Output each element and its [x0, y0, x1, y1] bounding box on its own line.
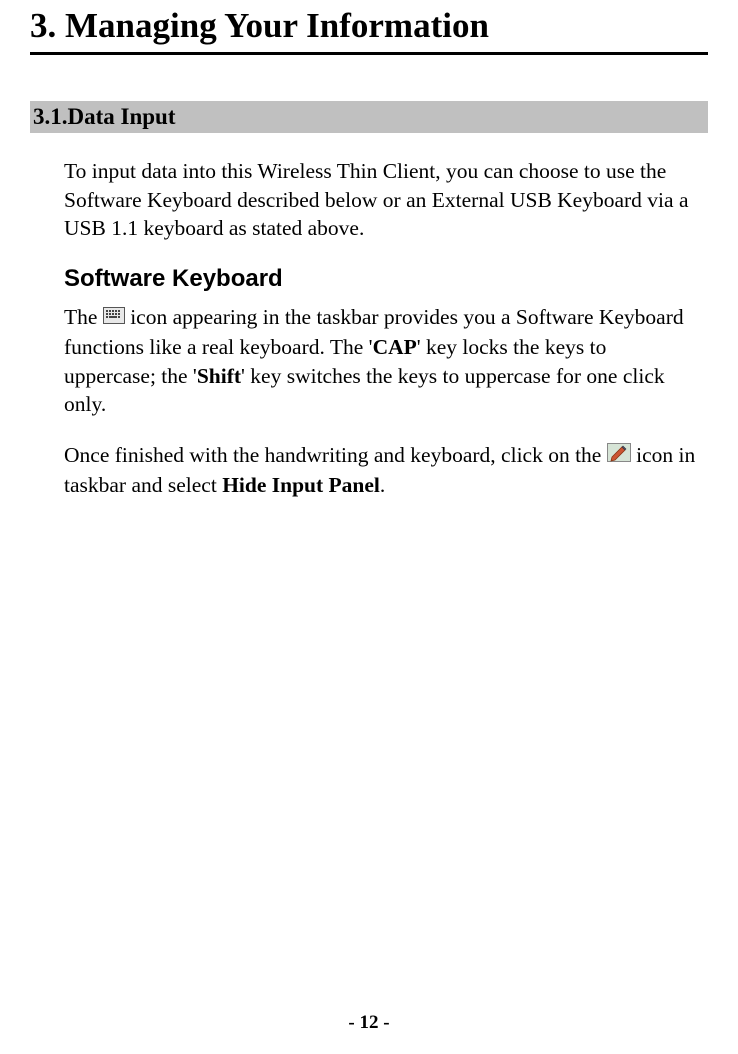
subheading-software-keyboard: Software Keyboard — [64, 265, 698, 293]
hide-input-panel-label: Hide Input Panel — [222, 473, 380, 497]
text-fragment: Once finished with the handwriting and k… — [64, 443, 607, 467]
chapter-title: 3. Managing Your Information — [30, 0, 708, 55]
pencil-input-icon — [607, 441, 631, 470]
text-fragment: The — [64, 305, 103, 329]
section-heading: 3.1.Data Input — [30, 101, 708, 133]
paragraph-software-keyboard: The icon appearing in the taskbar provid… — [64, 303, 698, 419]
paragraph-hide-panel: Once finished with the handwriting and k… — [64, 441, 698, 500]
text-fragment: . — [380, 473, 385, 497]
shift-key-label: Shift — [197, 364, 241, 388]
content-area: To input data into this Wireless Thin Cl… — [30, 157, 708, 500]
keyboard-icon — [103, 303, 125, 332]
intro-paragraph: To input data into this Wireless Thin Cl… — [64, 157, 698, 243]
cap-key-label: CAP — [373, 335, 417, 359]
page-number: - 12 - — [0, 1012, 738, 1034]
